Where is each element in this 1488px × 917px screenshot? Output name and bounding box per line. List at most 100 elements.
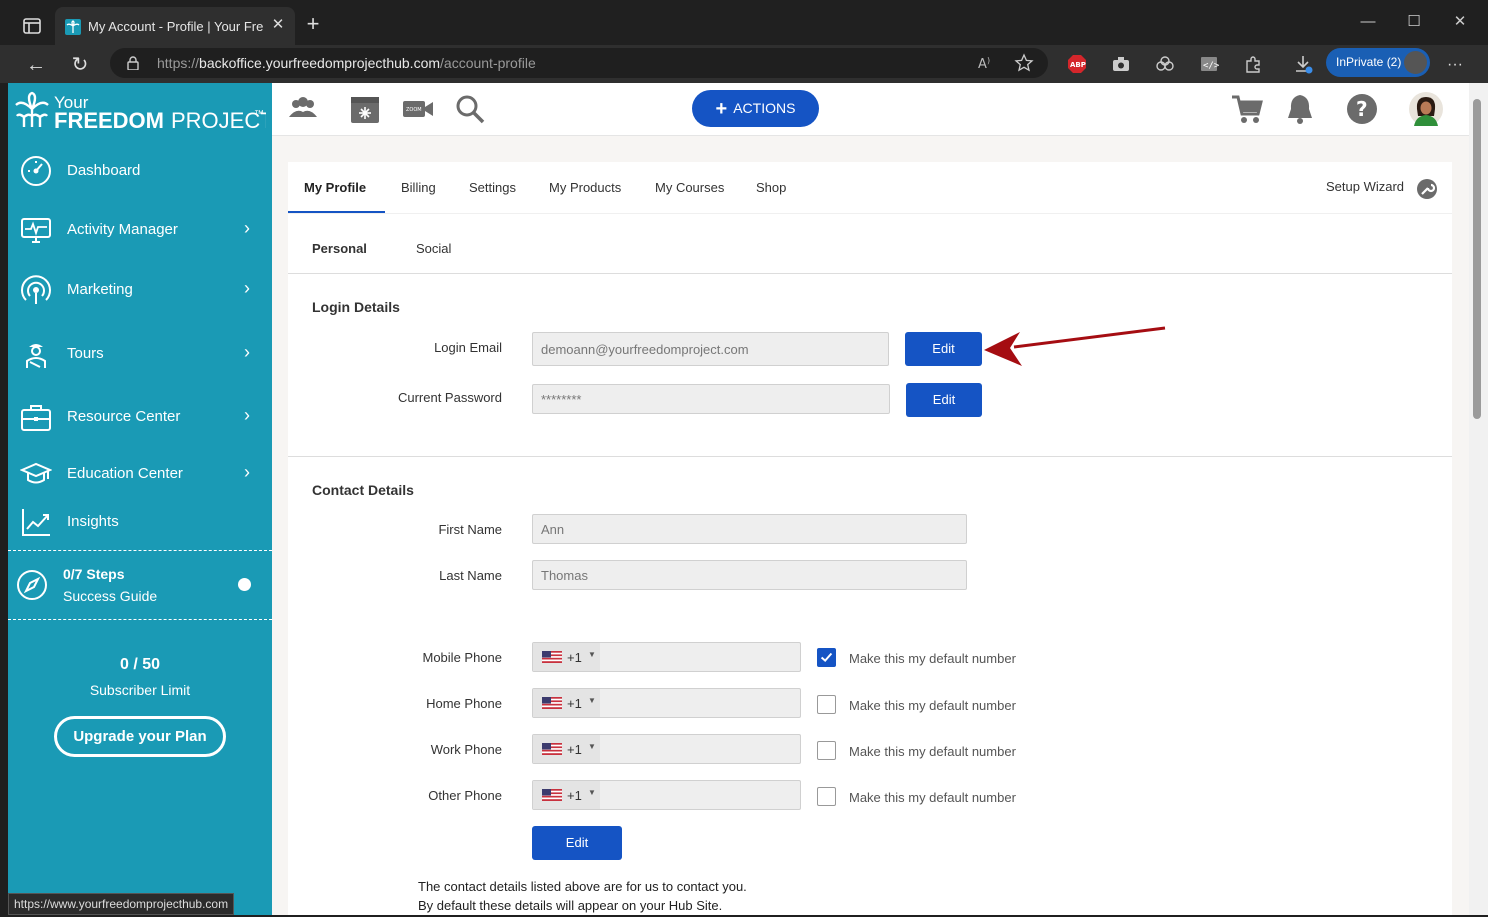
- palm-tree-favicon-icon: [65, 19, 81, 35]
- close-window-icon[interactable]: ✕: [1450, 12, 1470, 32]
- login-email-field[interactable]: demoann@yourfreedomproject.com: [532, 332, 889, 366]
- edit-contact-button[interactable]: Edit: [532, 826, 622, 860]
- cart-icon[interactable]: [1230, 92, 1264, 126]
- current-password-field[interactable]: ********: [532, 384, 890, 414]
- dev-tools-icon[interactable]: </>: [1199, 54, 1219, 74]
- country-code-select[interactable]: +1 ▼: [533, 781, 600, 809]
- first-name-field[interactable]: Ann: [532, 514, 967, 544]
- extension-cloud-icon[interactable]: [1155, 54, 1175, 74]
- refresh-icon[interactable]: ↻: [66, 51, 94, 79]
- country-code: +1: [567, 742, 582, 757]
- svg-text:™: ™: [254, 109, 264, 120]
- sidebar-item-marketing[interactable]: Marketing ›: [8, 268, 272, 312]
- svg-text:ABP: ABP: [1070, 61, 1086, 69]
- tab-my-profile[interactable]: My Profile: [304, 180, 366, 195]
- us-flag-icon: [542, 697, 562, 709]
- sidebar-item-activity-manager[interactable]: Activity Manager ›: [8, 208, 272, 252]
- sidebar: Your FREEDOM PROJECT ™ Dashboard Activit…: [8, 83, 272, 915]
- actions-button[interactable]: + ACTIONS: [692, 90, 819, 127]
- people-icon[interactable]: [286, 92, 320, 126]
- other-phone-field[interactable]: +1 ▼: [532, 780, 801, 810]
- zoom-video-icon[interactable]: ZOOM: [401, 92, 435, 126]
- inprivate-label: InPrivate (2): [1336, 55, 1402, 69]
- avatar[interactable]: [1409, 92, 1443, 126]
- country-code: +1: [567, 650, 582, 665]
- country-code-select[interactable]: +1 ▼: [533, 689, 600, 717]
- close-tab-icon[interactable]: ✕: [270, 17, 286, 33]
- tab-settings[interactable]: Settings: [469, 180, 516, 195]
- back-icon[interactable]: ←: [22, 51, 50, 79]
- tab-shop[interactable]: Shop: [756, 180, 786, 195]
- chevron-right-icon: ›: [244, 462, 250, 482]
- sidebar-item-insights[interactable]: Insights: [8, 500, 272, 544]
- web-page: Your FREEDOM PROJECT ™ Dashboard Activit…: [8, 83, 1481, 915]
- caret-down-icon: ▼: [588, 696, 596, 705]
- success-guide-progress[interactable]: 0/7 Steps Success Guide: [8, 551, 272, 619]
- browser-tab[interactable]: My Account - Profile | Your Freed ✕: [55, 7, 295, 45]
- inprivate-button[interactable]: InPrivate (2): [1326, 48, 1430, 77]
- home-default-checkbox[interactable]: [817, 695, 836, 714]
- calendar-icon[interactable]: [348, 92, 382, 126]
- read-aloud-icon[interactable]: A): [976, 53, 996, 73]
- graduation-cap-icon: [20, 462, 52, 484]
- upgrade-plan-button[interactable]: Upgrade your Plan: [54, 716, 226, 757]
- monitor-icon: [21, 218, 51, 243]
- progress-dot: [238, 578, 251, 591]
- active-tab-indicator: [288, 211, 385, 213]
- sidebar-item-education-center[interactable]: Education Center ›: [8, 452, 272, 496]
- favorite-star-icon[interactable]: [1014, 53, 1034, 73]
- section-divider: [288, 456, 1452, 457]
- extensions-puzzle-icon[interactable]: [1243, 54, 1263, 74]
- search-icon[interactable]: [453, 92, 487, 126]
- home-phone-field[interactable]: +1 ▼: [532, 688, 801, 718]
- sidebar-item-label: Tours: [67, 345, 104, 362]
- chart-trend-icon: [22, 509, 50, 536]
- sidebar-item-resource-center[interactable]: Resource Center ›: [8, 395, 272, 439]
- tab-my-courses[interactable]: My Courses: [655, 180, 724, 195]
- setup-wizard-link[interactable]: Setup Wizard: [1326, 179, 1404, 194]
- work-phone-field[interactable]: +1 ▼: [532, 734, 801, 764]
- wrench-icon[interactable]: [1416, 178, 1438, 200]
- scrollbar-thumb[interactable]: [1473, 99, 1481, 419]
- svg-text:?: ?: [1356, 97, 1368, 121]
- main-content: My Profile Billing Settings My Products …: [272, 136, 1481, 915]
- help-icon[interactable]: ?: [1345, 92, 1379, 126]
- tab-billing[interactable]: Billing: [401, 180, 436, 195]
- tab-my-products[interactable]: My Products: [549, 180, 621, 195]
- sidebar-item-label: Marketing: [67, 281, 133, 298]
- minimize-icon[interactable]: —: [1358, 12, 1378, 32]
- compass-icon: [17, 570, 47, 600]
- downloads-icon[interactable]: [1293, 54, 1313, 74]
- tab-actions-icon[interactable]: [20, 14, 44, 38]
- mobile-default-checkbox[interactable]: [817, 648, 836, 667]
- country-code-select[interactable]: +1 ▼: [533, 643, 600, 671]
- mobile-phone-field[interactable]: +1 ▼: [532, 642, 801, 672]
- work-default-checkbox[interactable]: [817, 741, 836, 760]
- other-default-checkbox[interactable]: [817, 787, 836, 806]
- url-field[interactable]: https://backoffice.yourfreedomprojecthub…: [110, 48, 1048, 78]
- svg-text:FREEDOM: FREEDOM: [54, 108, 164, 131]
- status-bar-url: https://www.yourfreedomprojecthub.com: [8, 893, 235, 915]
- bell-icon[interactable]: [1283, 92, 1317, 126]
- steps-subtitle: Success Guide: [63, 588, 158, 604]
- sidebar-item-label: Insights: [67, 513, 119, 530]
- edit-password-button[interactable]: Edit: [906, 383, 982, 417]
- caret-down-icon: ▼: [588, 742, 596, 751]
- more-menu-icon[interactable]: ···: [1441, 51, 1469, 79]
- tab-personal[interactable]: Personal: [312, 241, 367, 256]
- adblock-icon[interactable]: ABP: [1067, 54, 1087, 74]
- page-scrollbar[interactable]: [1469, 83, 1488, 915]
- tab-social[interactable]: Social: [416, 241, 451, 256]
- camera-icon[interactable]: [1111, 54, 1131, 74]
- last-name-field[interactable]: Thomas: [532, 560, 967, 590]
- svg-text:A: A: [978, 57, 987, 72]
- top-toolbar: ZOOM + ACTIONS ?: [272, 83, 1481, 136]
- your-freedom-project-logo[interactable]: Your FREEDOM PROJECT ™: [14, 91, 266, 131]
- sidebar-item-dashboard[interactable]: Dashboard: [8, 149, 272, 193]
- edit-email-button[interactable]: Edit: [905, 332, 982, 366]
- new-tab-icon[interactable]: +: [303, 13, 323, 35]
- lock-icon: [127, 56, 139, 70]
- sidebar-item-tours[interactable]: Tours ›: [8, 332, 272, 376]
- country-code-select[interactable]: +1 ▼: [533, 735, 600, 763]
- maximize-icon[interactable]: ☐: [1404, 12, 1424, 32]
